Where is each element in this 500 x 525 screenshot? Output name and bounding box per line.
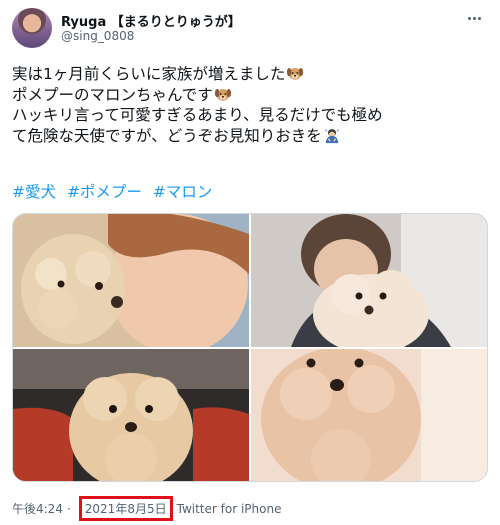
tweet-metadata: 午後4:24 · 2021年8月5日 Twitter for iPhone <box>12 496 281 521</box>
hashtag-link[interactable]: #ポメプー <box>67 183 142 201</box>
tweet-line: ポメプーのマロンちゃんです <box>12 85 492 106</box>
tweet-line: 実は1ヶ月前くらいに家族が増えました <box>12 64 492 85</box>
separator-dot: · <box>66 501 71 516</box>
user-handle[interactable]: @sing_0808 <box>61 29 134 43</box>
bowing-person-icon <box>324 128 339 143</box>
photo-3[interactable] <box>13 349 249 481</box>
tweet-line: ハッキリ言って可愛すぎるあまり、見るだけでも極め <box>12 106 383 124</box>
tweet-line: て危険な天使ですが、どうぞお見知りおきを <box>12 126 492 147</box>
tweet-date-highlighted[interactable]: 2021年8月5日 <box>78 496 173 521</box>
dog-face-icon <box>214 88 231 101</box>
tweet-card: Ryuga 【まるりとりゅうが】 @sing_0808 実は1ヶ月前くらいに家族… <box>0 0 500 525</box>
photo-4[interactable] <box>251 349 487 481</box>
photo-2-image <box>251 214 487 347</box>
photo-2[interactable] <box>251 214 487 347</box>
photo-1-image <box>13 214 249 347</box>
tweet-date: 2021年8月5日 <box>84 502 167 516</box>
dog-face-icon <box>287 68 304 80</box>
avatar[interactable] <box>12 8 52 48</box>
more-options-icon[interactable] <box>462 10 486 26</box>
hashtag-link[interactable]: #マロン <box>153 183 213 201</box>
tweet-time[interactable]: 午後4:24 <box>12 500 63 517</box>
tweet-text: 実は1ヶ月前くらいに家族が増えました ポメプーのマロンちゃんです ハッキリ言って… <box>12 64 492 146</box>
hashtag-link[interactable]: #愛犬 <box>12 183 56 201</box>
photo-3-image <box>13 349 249 481</box>
display-name[interactable]: Ryuga 【まるりとりゅうが】 <box>61 11 241 30</box>
tweet-source[interactable]: Twitter for iPhone <box>177 502 282 516</box>
photo-1[interactable] <box>13 214 249 347</box>
hashtag-list: #愛犬 #ポメプー #マロン <box>12 180 218 202</box>
photo-grid <box>12 213 488 482</box>
photo-4-image <box>251 349 487 481</box>
